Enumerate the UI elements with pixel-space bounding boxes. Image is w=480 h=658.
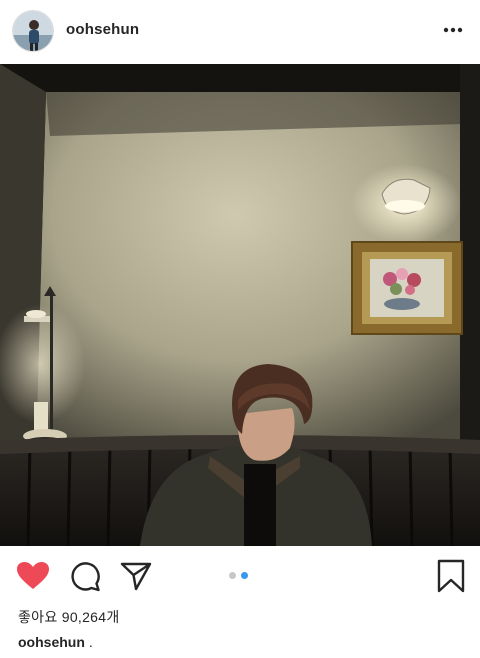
caption-text: .	[88, 634, 93, 650]
comment-button[interactable]	[70, 561, 101, 597]
bookmark-button[interactable]	[437, 559, 465, 598]
like-button[interactable]	[16, 561, 50, 596]
caption-username[interactable]: oohsehun	[18, 634, 85, 650]
post-header: oohsehun	[0, 0, 480, 64]
share-icon	[120, 562, 152, 591]
post-username[interactable]: oohsehun	[66, 21, 139, 38]
more-options-button[interactable]	[438, 20, 468, 40]
carousel-dot	[229, 572, 236, 579]
avatar-image	[13, 11, 53, 51]
carousel-indicator	[229, 572, 248, 579]
likes-count[interactable]: 좋아요 90,264개	[18, 607, 120, 627]
carousel-dot-active	[241, 572, 248, 579]
heart-icon	[17, 562, 49, 589]
more-icon	[443, 27, 463, 33]
photo-scene	[0, 64, 480, 546]
post-photo[interactable]	[0, 64, 480, 546]
caption: oohsehun.	[18, 634, 93, 650]
bookmark-icon	[437, 559, 465, 593]
comment-icon	[71, 562, 100, 592]
share-button[interactable]	[120, 561, 152, 596]
avatar[interactable]	[12, 10, 54, 52]
